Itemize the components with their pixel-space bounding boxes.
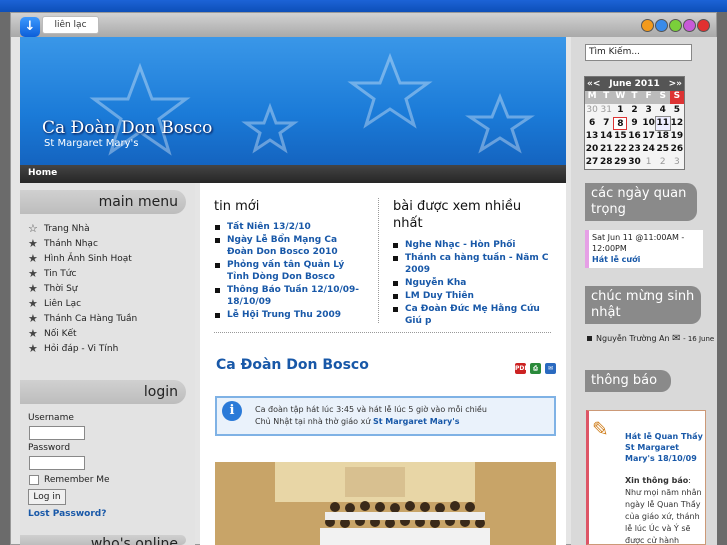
top-nav-strip (11, 13, 716, 37)
site-title: Ca Đoàn Don Bosco (42, 118, 213, 138)
popular-item[interactable]: LM Duy Thiên (392, 290, 552, 302)
star-icon: ★ (28, 297, 38, 310)
popular-item[interactable]: Thánh ca hàng tuần - Năm C 2009 (392, 252, 552, 276)
menu-item-noi-ket[interactable]: ★ Nối Kết (28, 326, 188, 341)
home-link[interactable]: Home (28, 168, 57, 178)
announcement-link[interactable]: Hát lễ Quan Thầy St Margaret Mary's 18/1… (625, 431, 705, 464)
calendar-prev-button[interactable]: «< (587, 79, 600, 89)
calendar-week: 27 28 29 30 1 2 3 (585, 157, 680, 167)
announcement-text: Xin thông báo: Như mọi năm nhân ngày lễ … (625, 476, 702, 545)
column-divider (378, 198, 379, 323)
event-link[interactable]: Hát lễ cưới (592, 254, 700, 265)
star-icon: ★ (28, 267, 38, 280)
site-subtitle: St Margaret Mary's (44, 138, 139, 149)
menu-item-tin-tuc[interactable]: ★ Tin Tức (28, 266, 188, 281)
parish-link[interactable]: St Margaret Mary's (373, 417, 460, 426)
news-item[interactable]: Thông Báo Tuần 12/10/09-18/10/09 (214, 284, 364, 308)
calendar-week: 30 31 1 2 3 4 5 (586, 105, 681, 115)
important-dates-heading: các ngày quan trọng (585, 183, 697, 221)
download-arrow-icon[interactable]: ↓ (20, 17, 40, 37)
star-icon: ★ (28, 252, 38, 265)
calendar-week: 13 14 15 16 17 18 19 (585, 131, 684, 141)
popular-heading: bài được xem nhiều nhất (393, 199, 522, 231)
home-bar (20, 165, 566, 183)
info-icon: i (222, 401, 242, 421)
popular-item[interactable]: Nghe Nhạc - Hòn Phối (392, 239, 552, 251)
star-icon: ★ (28, 342, 38, 355)
top-bar (0, 0, 727, 12)
pdf-icon[interactable]: PDF (515, 363, 528, 374)
menu-item-hoi-dap[interactable]: ★ Hỏi đáp - Vi Tính (28, 341, 188, 356)
password-label: Password (28, 443, 71, 453)
news-item[interactable]: Phỏng vấn tân Quản Lý Tỉnh Dòng Don Bosc… (214, 259, 364, 283)
blue-theme-icon[interactable] (655, 19, 668, 32)
article-title[interactable]: Ca Đoàn Don Bosco (216, 357, 369, 373)
birthday-date: - 16 June (683, 335, 715, 343)
announcement-heading: thông báo (585, 370, 671, 392)
notice-line-2: Chủ Nhật tại nhà thờ giáo xứ St Margaret… (255, 417, 460, 426)
notice-line-1: Ca đoàn tập hát lúc 3:45 và hát lễ lúc 5… (255, 405, 487, 414)
calendar-month: June 2011 (609, 79, 660, 89)
main-menu: ☆ Trang Nhà ★ Thánh Nhạc ★ Hình Ảnh Sinh Ho… (28, 221, 188, 356)
event-time: Sat Jun 11 @11:00AM - 12:00PM (592, 233, 685, 253)
lost-password-link[interactable]: Lost Password? (28, 509, 106, 519)
popular-item[interactable]: Ca Đoàn Đức Mẹ Hằng Cứu Giú p (392, 303, 552, 327)
menu-item-thanh-ca[interactable]: ★ Thánh Ca Hàng Tuần (28, 311, 188, 326)
contact-tab[interactable]: liên lạc (42, 16, 99, 34)
popular-list: Nghe Nhạc - Hòn Phối Thánh ca hàng tuần … (392, 239, 552, 328)
star-icon: ★ (28, 282, 38, 295)
star-icon: ★ (28, 237, 38, 250)
password-field[interactable] (29, 456, 85, 470)
choir-photo-image (215, 462, 556, 545)
remember-label: Remember Me (44, 475, 110, 485)
calendar-header: «< June 2011 >» (585, 77, 684, 91)
search-input[interactable]: Tìm Kiếm... (585, 44, 692, 61)
calendar-weekdays: MTWTFSS (585, 91, 684, 104)
section-divider (214, 332, 551, 333)
choir-photo (215, 462, 556, 545)
star-icon: ★ (28, 327, 38, 340)
calendar-week: 20 21 22 23 24 25 26 (585, 144, 684, 154)
orange-theme-icon[interactable] (641, 19, 654, 32)
news-item[interactable]: Tất Niên 13/2/10 (214, 221, 364, 233)
star-icon: ★ (28, 312, 38, 325)
menu-item-lien-lac[interactable]: ★ Liên Lạc (28, 296, 188, 311)
username-label: Username (28, 413, 74, 423)
birthdays-heading: chúc mừng sinh nhật (585, 286, 701, 324)
star-outline-icon: ☆ (28, 222, 38, 235)
pencil-icon: ✎ (592, 417, 609, 441)
bullet-icon (587, 336, 592, 341)
username-field[interactable] (29, 426, 85, 440)
purple-theme-icon[interactable] (683, 19, 696, 32)
whos-online-heading: who's online (20, 535, 186, 545)
notice-box (215, 396, 556, 436)
print-icon[interactable]: ⎙ (530, 363, 541, 374)
event-card: Sat Jun 11 @11:00AM - 12:00PM Hát lễ cướ… (585, 230, 703, 268)
popular-item[interactable]: Nguyễn Kha (392, 277, 552, 289)
menu-item-thoi-su[interactable]: ★ Thời Sự (28, 281, 188, 296)
menu-item-hinh-anh[interactable]: ★ Hình Ảnh Sinh Hoạt (28, 251, 188, 266)
birthday-entry: Nguyễn Trường An ✉ - 16 June (596, 333, 714, 345)
remember-checkbox[interactable] (29, 475, 39, 485)
calendar-week: 6 7 8 9 10 11 12 (588, 116, 684, 131)
green-theme-icon[interactable] (669, 19, 682, 32)
login-heading: login (20, 380, 186, 404)
calendar: «< June 2011 >» MTWTFSS 30 31 1 2 3 4 5 6 7 8 9 10… (584, 76, 685, 170)
envelope-icon[interactable]: ✉ (672, 333, 680, 344)
calendar-next-button[interactable]: >» (669, 79, 682, 89)
main-menu-heading: main menu (20, 190, 186, 214)
birthday-name: Nguyễn Trường An (596, 334, 670, 343)
red-theme-icon[interactable] (697, 19, 710, 32)
news-item[interactable]: Ngày Lễ Bổn Mạng Ca Đoàn Don Bosco 2010 (214, 234, 364, 258)
menu-item-thanh-nhac[interactable]: ★ Thánh Nhạc (28, 236, 188, 251)
menu-item-trang-nha[interactable]: ☆ Trang Nhà (28, 221, 188, 236)
news-list: Tất Niên 13/2/10 Ngày Lễ Bổn Mạng Ca Đoà… (214, 221, 364, 322)
news-heading: tin mới (214, 199, 260, 214)
news-item[interactable]: Lễ Hội Trung Thu 2009 (214, 309, 364, 321)
login-button[interactable]: Log in (28, 489, 66, 505)
email-icon[interactable]: ✉ (545, 363, 556, 374)
